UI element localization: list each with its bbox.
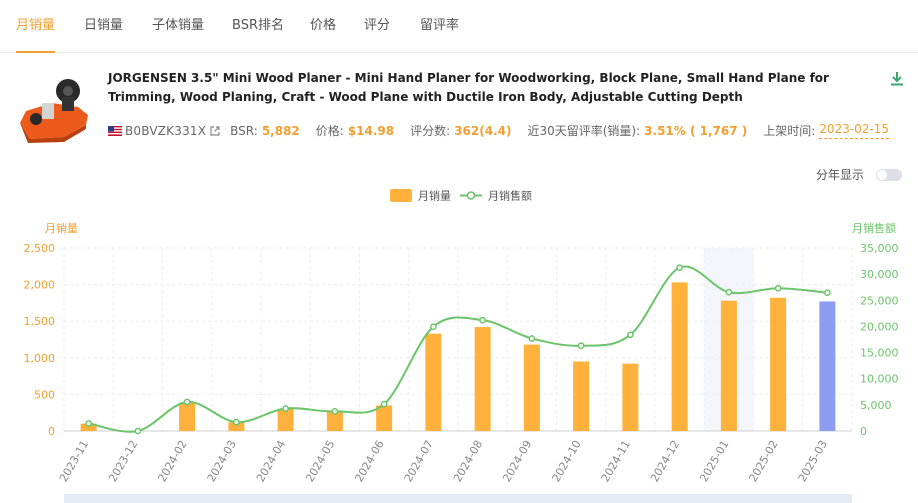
listed-date-label: 上架时间:	[763, 124, 816, 138]
y2-tick-label: 20,000	[860, 320, 899, 333]
line-point	[380, 400, 388, 408]
x-tick-label: 2024-06	[352, 438, 386, 484]
rating-label: 评分数:	[410, 124, 451, 138]
bar	[819, 301, 836, 431]
x-tick-label: 2024-04	[254, 438, 288, 484]
legend-line-label: 月销售额	[488, 189, 532, 203]
chart-scrollbar[interactable]	[64, 494, 852, 503]
tab-review-rate[interactable]: 留评率	[420, 0, 459, 52]
y2-tick-label: 25,000	[860, 294, 899, 307]
x-tick-label: 2023-12	[106, 438, 140, 484]
line-point	[134, 427, 142, 435]
legend-bar-swatch	[390, 189, 412, 202]
external-link-icon[interactable]	[210, 126, 220, 136]
price-label: 价格:	[315, 124, 344, 138]
review-rate-label: 近30天留评率(销量):	[527, 124, 641, 138]
tab-monthly-sales[interactable]: 月销量	[16, 0, 56, 53]
x-tick-label: 2024-03	[205, 438, 239, 484]
y-tick-label: 1,500	[24, 315, 56, 328]
tab-daily-sales[interactable]: 日销量	[84, 0, 123, 52]
x-tick-label: 2024-11	[599, 438, 633, 484]
toggle-knob	[877, 170, 887, 180]
line-point	[331, 408, 339, 415]
line-point	[528, 335, 536, 342]
product-title[interactable]: JORGENSEN 3.5" Mini Wood Planer - Mini H…	[108, 69, 878, 107]
tab-variant-sales[interactable]: 子体销量	[152, 0, 204, 52]
y-tick-label: 2,500	[24, 242, 56, 255]
price-value: $14.98	[347, 124, 395, 138]
x-tick-label: 2024-02	[155, 438, 189, 484]
line-point	[725, 288, 733, 296]
bar	[671, 282, 688, 431]
y2-tick-label: 15,000	[860, 347, 899, 360]
review-rate-value: 3.51% ( 1,767 )	[644, 124, 748, 138]
product-image[interactable]	[16, 73, 92, 145]
x-tick-label: 2025-02	[746, 438, 780, 484]
line-point	[774, 284, 782, 292]
bsr-label: BSR:	[230, 124, 258, 138]
product-info: JORGENSEN 3.5" Mini Wood Planer - Mini H…	[0, 53, 918, 153]
bar	[770, 297, 787, 431]
line-point	[85, 420, 92, 427]
bar	[326, 411, 343, 431]
tab-bsr-rank[interactable]: BSR排名	[232, 0, 284, 52]
bar	[622, 363, 639, 431]
bar	[474, 327, 491, 431]
y2-tick-label: 30,000	[860, 268, 899, 281]
listed-date-value[interactable]: 2023-02-15	[819, 121, 890, 139]
x-tick-label: 2023-11	[57, 438, 91, 484]
y2-axis-title: 月销售额	[852, 221, 896, 235]
line-point	[627, 331, 634, 339]
tab-rating[interactable]: 评分	[364, 0, 390, 52]
bar	[179, 402, 196, 431]
bar	[523, 344, 540, 431]
y2-tick-label: 35,000	[860, 242, 899, 255]
y-tick-label: 500	[34, 388, 55, 401]
tab-price[interactable]: 价格	[310, 0, 336, 52]
line-point	[183, 398, 191, 406]
x-tick-label: 2024-05	[303, 438, 337, 484]
y-axis-title: 月销量	[45, 221, 78, 235]
x-tick-label: 2025-01	[697, 438, 731, 484]
rating-value: 362(4.4)	[454, 124, 512, 138]
x-tick-label: 2025-03	[796, 438, 830, 484]
y2-tick-label: 0	[860, 425, 867, 438]
x-tick-label: 2024-12	[648, 438, 682, 484]
bar	[573, 361, 590, 431]
download-icon[interactable]	[890, 71, 904, 87]
x-tick-label: 2024-10	[549, 438, 583, 484]
line-point	[676, 264, 683, 271]
product-meta: B0BVZK331X BSR: 5,882 价格: $14.98 评分数: 362(4.4…	[108, 121, 890, 141]
y2-tick-label: 10,000	[860, 373, 899, 386]
line-point	[577, 342, 585, 350]
legend-line-marker	[466, 191, 476, 200]
x-tick-label: 2024-09	[500, 438, 534, 484]
x-tick-label: 2024-07	[402, 438, 436, 484]
us-flag-icon	[108, 126, 122, 136]
bar	[277, 409, 294, 431]
y-tick-label: 2,000	[24, 279, 56, 292]
line-point	[282, 405, 289, 412]
sales-chart: 0 500 1,000 1,500 2,000 2,500 0 5,000 10,000 15,0…	[24, 189, 899, 485]
asin-link[interactable]: B0BVZK331X	[125, 121, 206, 141]
bar	[720, 300, 737, 431]
bsr-value: 5,882	[261, 124, 300, 138]
line-point	[479, 316, 486, 324]
tab-bar: 月销量 日销量 子体销量 BSR排名 价格 评分 留评率	[0, 0, 918, 53]
y-tick-label: 1,000	[24, 352, 56, 365]
x-tick-label: 2024-08	[451, 438, 485, 484]
line-point	[430, 323, 437, 331]
y2-tick-label: 5,000	[860, 399, 892, 412]
bar	[425, 333, 442, 431]
y-tick-label: 0	[48, 425, 55, 438]
line-point	[824, 289, 831, 297]
legend-bar-label: 月销量	[418, 189, 451, 203]
line-point	[233, 418, 240, 426]
